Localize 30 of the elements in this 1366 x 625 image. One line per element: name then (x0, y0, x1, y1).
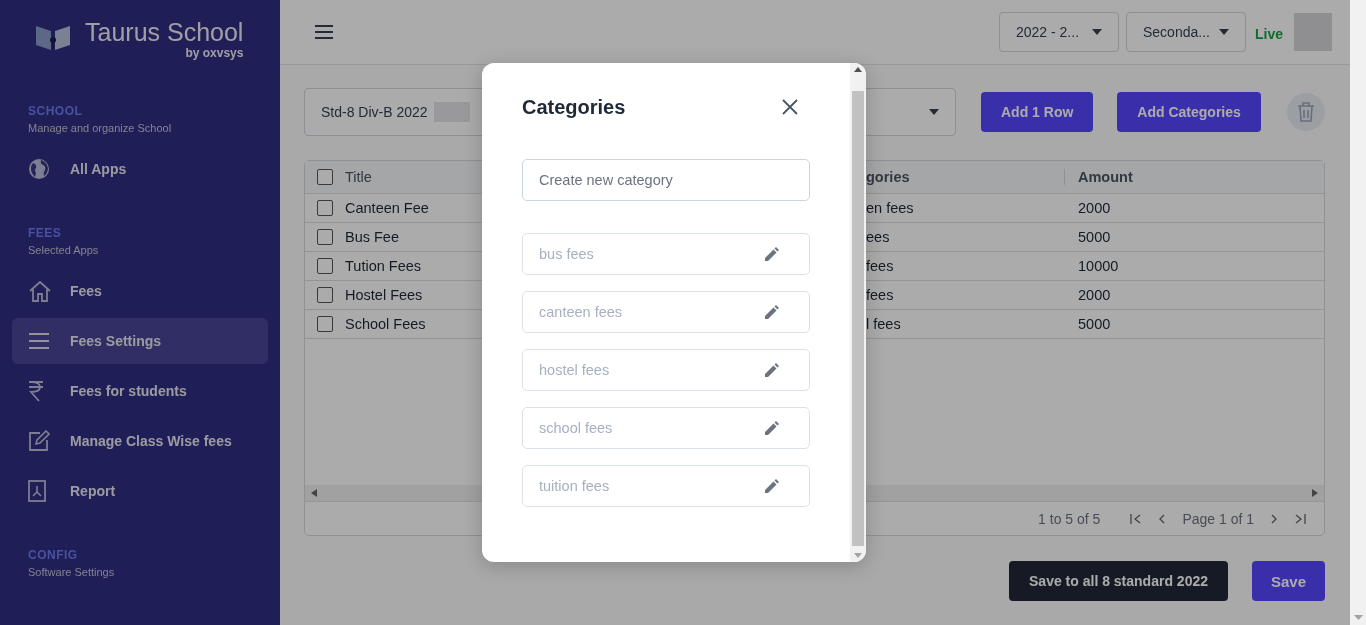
column-header: Amount (1078, 169, 1133, 185)
column-header: Title (345, 169, 372, 185)
row-count: 1 to 5 of 5 (1038, 510, 1101, 527)
table-cell: 10000 (1078, 258, 1119, 274)
table-cell: 2000 (1078, 200, 1111, 216)
status-label: Live (1255, 26, 1283, 42)
table-cell: Canteen Fee (345, 200, 429, 216)
section-subtitle: Selected Apps (27, 244, 100, 256)
table-cell: 5000 (1078, 229, 1111, 245)
table-cell: en fees (866, 200, 914, 216)
section-title: FEES (27, 226, 63, 240)
table-cell: Hostel Fees (345, 287, 423, 303)
section-subtitle: Software Settings (27, 566, 116, 578)
column-header: gories (866, 169, 910, 185)
table-cell: fees (866, 287, 894, 303)
table-cell: Bus Fee (345, 229, 399, 245)
page-indicator: Page 1 of 1 (1182, 510, 1254, 527)
section-subtitle: Manage and organize School (27, 122, 173, 134)
brand-byline: by oxvsys (185, 46, 244, 60)
table-cell: fees (866, 258, 894, 274)
brand-name: Taurus School (85, 18, 244, 46)
table-cell: School Fees (345, 316, 426, 332)
section-title: CONFIG (27, 548, 79, 562)
table-cell: l fees (866, 316, 901, 332)
section-title: SCHOOL (27, 104, 84, 118)
table-cell: 5000 (1078, 316, 1111, 332)
table-cell: 2000 (1078, 287, 1111, 303)
table-cell: Tution Fees (345, 258, 422, 274)
table-cell: ees (866, 229, 890, 245)
dialog-title: Categories (522, 95, 626, 119)
